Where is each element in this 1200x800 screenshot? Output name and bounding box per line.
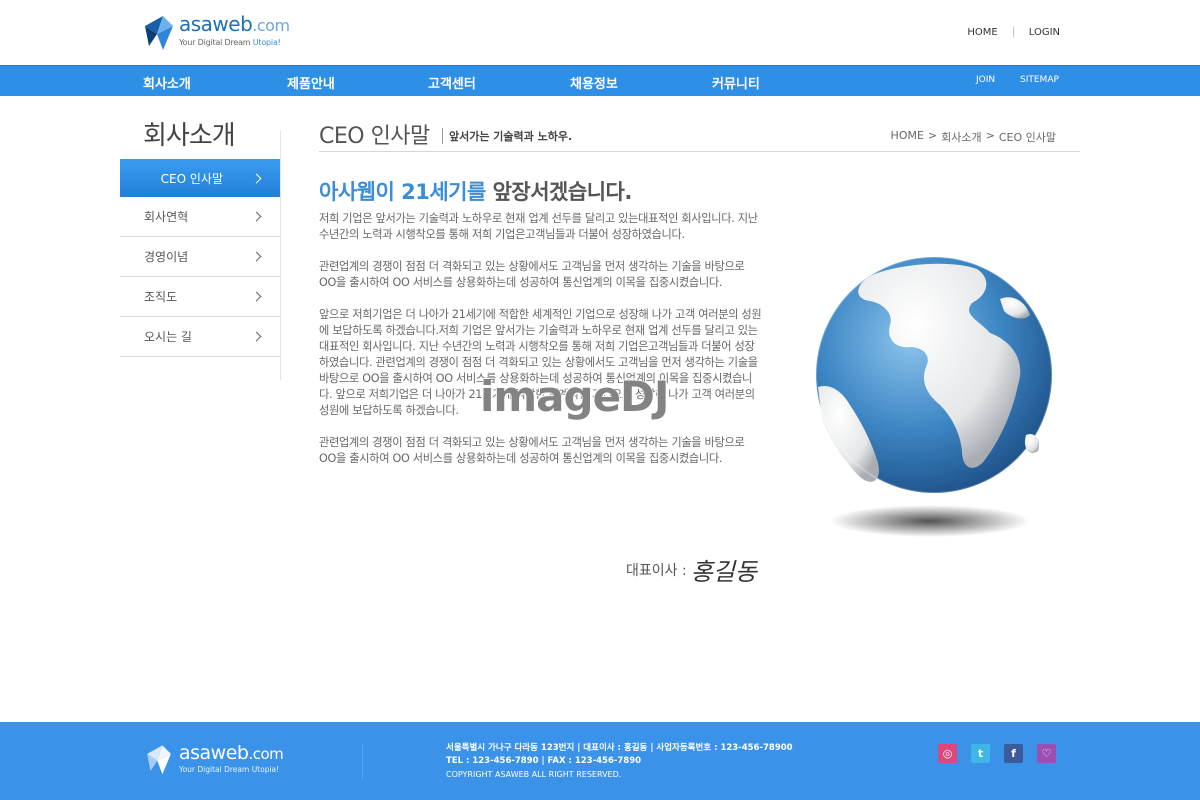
main-nav: 회사소개 제품안내 고객센터 채용정보 커뮤니티 JOIN SITEMAP [0,65,1200,96]
sidebar-menu: CEO 인사말 회사연혁 경영이념 조직도 오시는 길 [120,159,280,357]
facebook-icon[interactable]: f [1004,744,1023,763]
home-link[interactable]: HOME [967,27,997,38]
sidebar-item-philosophy[interactable]: 경영이념 [120,237,280,277]
chevron-right-icon [251,251,262,262]
chevron-right-icon [251,331,262,342]
content-divider [319,151,1080,152]
footer-info: 서울특별시 가나구 다라동 123번지 | 대표이사 : 홍길동 | 사업자등록… [446,742,793,781]
footer-divider [362,744,363,780]
camera-icon[interactable]: ◎ [938,744,957,763]
paragraph: 관련업계의 경쟁이 점점 더 격화되고 있는 상황에서도 고객님을 먼저 생각하… [319,260,745,289]
logo-name: asaweb.com [179,12,290,36]
signature-name: 홍길동 [690,558,757,586]
sidebar-title: 회사소개 [143,121,236,151]
headline-accent: 아사웹이 21세기를 [319,180,486,204]
logo-mark-icon [147,745,171,775]
page-subtitle: 앞서가는 기술력과 노하우. [442,128,572,144]
footer: asaweb.com Your Digital Dream Utopia! 서울… [0,722,1200,800]
nav-community[interactable]: 커뮤니티 [712,73,760,92]
logo-mark-icon [145,16,173,50]
twitter-icon[interactable]: t [971,744,990,763]
breadcrumb: HOME > 회사소개 > CEO 인사말 [891,129,1056,145]
header: asaweb.com Your Digital Dream Utopia! HO… [0,0,1200,65]
footer-logo-text: asaweb.com Your Digital Dream Utopia! [179,742,284,774]
sidebar-item-location[interactable]: 오시는 길 [120,317,280,357]
footer-contact: TEL : 123-456-7890 | FAX : 123-456-7890 [446,756,642,766]
chevron-right-icon [251,173,262,183]
footer-address: 서울특별시 가나구 다라동 123번지 | 대표이사 : 홍길동 | 사업자등록… [446,743,793,753]
footer-copyright: COPYRIGHT ASAWEB ALL RIGHT RESERVED. [446,770,622,779]
page-title: CEO 인사말 [319,124,430,149]
ceo-signature: 대표이사 : 홍길동 [626,552,757,587]
logo-text: asaweb.com Your Digital Dream Utopia! [179,12,290,47]
login-link[interactable]: LOGIN [1029,27,1060,38]
breadcrumb-section[interactable]: 회사소개 [941,129,981,145]
sidebar-item-label: 조직도 [144,290,178,304]
sidebar-item-history[interactable]: 회사연혁 [120,197,280,237]
footer-logo-name: asaweb.com [179,742,284,764]
nav-products[interactable]: 제품안내 [287,73,335,92]
nav-recruit[interactable]: 채용정보 [570,73,618,92]
logo-tagline: Your Digital Dream Utopia! [179,38,281,47]
sidebar-item-label: 회사연혁 [144,210,189,224]
chat-icon[interactable]: ♡ [1037,744,1056,763]
nav-company[interactable]: 회사소개 [143,73,191,92]
footer-logo-tagline: Your Digital Dream Utopia! [179,765,280,774]
chevron-right-icon [251,291,262,302]
paragraph: 관련업계의 경쟁이 점점 더 격화되고 있는 상황에서도 고객님을 먼저 생각하… [319,436,745,465]
join-link[interactable]: JOIN [976,75,995,85]
globe-illustration [815,256,1053,537]
sidebar-item-ceo[interactable]: CEO 인사말 [120,159,280,197]
paragraph: 저희 기업은 앞서가는 기술력과 노하우로 현재 업계 선두를 달리고 있는대표… [319,212,758,241]
page: asaweb.com Your Digital Dream Utopia! HO… [0,0,1200,800]
top-links: HOME LOGIN [967,26,1060,38]
footer-logo[interactable]: asaweb.com Your Digital Dream Utopia! [143,742,284,776]
sidebar-divider [280,130,281,380]
nav-customer[interactable]: 고객센터 [428,73,476,92]
divider [1012,26,1014,38]
site-logo[interactable]: asaweb.com Your Digital Dream Utopia! [143,12,303,56]
breadcrumb-current: CEO 인사말 [998,131,1056,144]
sidebar-item-label: 오시는 길 [144,330,192,344]
sitemap-link[interactable]: SITEMAP [1020,75,1059,85]
signature-title: 대표이사 : [626,562,687,579]
sidebar-item-label: 경영이념 [144,250,189,264]
ceo-headline: 아사웹이 21세기를 앞장서겠습니다. [319,176,632,206]
breadcrumb-separator: > [985,129,995,142]
watermark-text: imageDJ [480,372,670,421]
breadcrumb-home[interactable]: HOME [891,129,924,145]
ceo-message: 저희 기업은 앞서가는 기술력과 노하우로 현재 업계 선두를 달리고 있는대표… [319,211,764,483]
sidebar-item-organization[interactable]: 조직도 [120,277,280,317]
breadcrumb-separator: > [927,129,938,142]
sidebar-item-label: CEO 인사말 [160,171,223,186]
chevron-right-icon [251,211,262,222]
headline-rest: 앞장서겠습니다. [492,180,633,204]
